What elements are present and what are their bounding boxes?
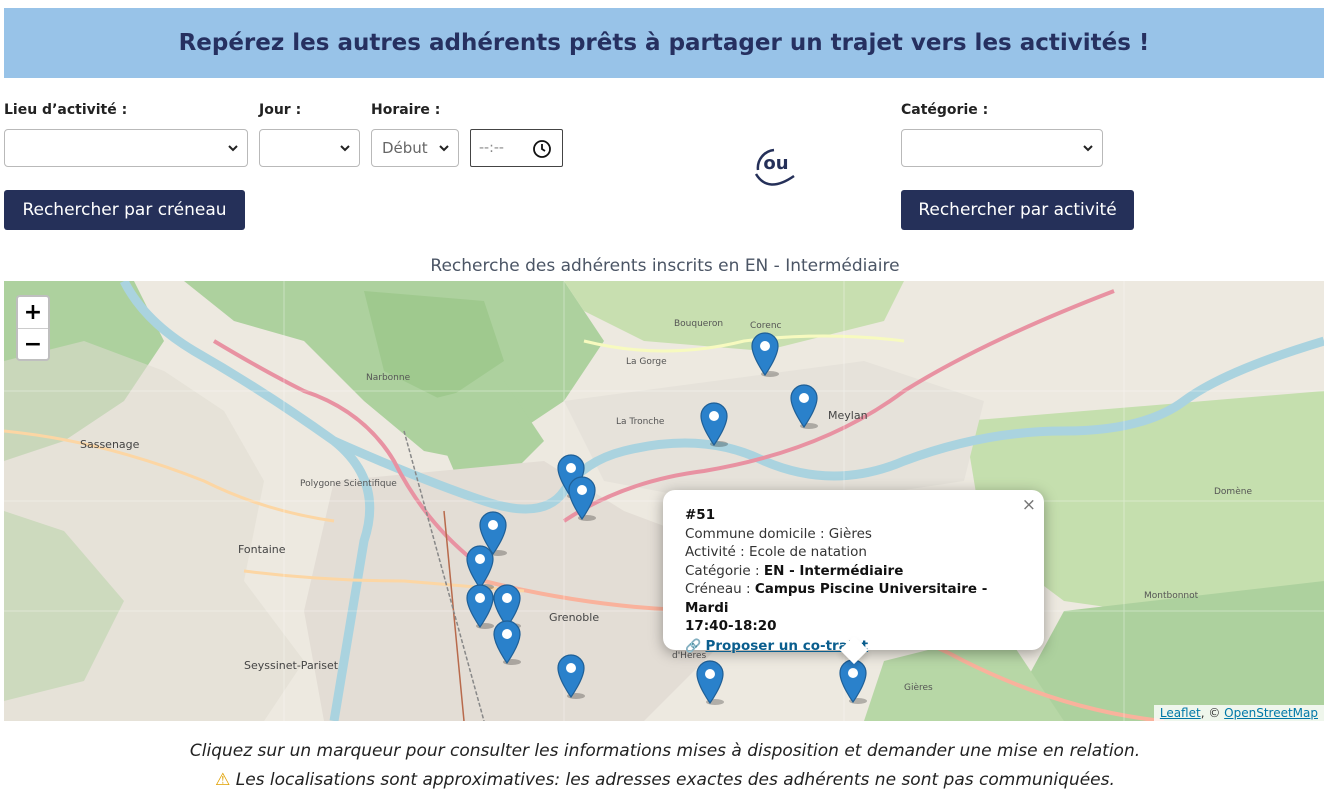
osm-link[interactable]: OpenStreetMap [1224, 706, 1318, 720]
horaire-label: Horaire : [371, 102, 441, 118]
map-marker-icon[interactable] [750, 331, 780, 377]
popup-commune: Commune domicile : Gières [685, 525, 872, 542]
chevron-down-icon [228, 145, 238, 152]
jour-select[interactable] [259, 129, 360, 167]
map-label-corenc: Corenc [750, 321, 782, 331]
map-label-seyssinet: Seyssinet-Pariset [244, 659, 339, 672]
map-label-grenoble: Grenoble [549, 611, 600, 624]
map-label-sassenage: Sassenage [80, 438, 140, 451]
categorie-label: Catégorie : [901, 102, 989, 118]
lieu-label: Lieu d’activité : [4, 102, 128, 118]
map-label-gieres: Gières [904, 683, 933, 693]
map-label-domene: Domène [1214, 487, 1252, 497]
map-marker-icon[interactable] [699, 401, 729, 447]
jour-label: Jour : [259, 102, 302, 118]
map-label-gorge: La Gorge [626, 357, 667, 367]
footer-warning: ⚠ Les localisations sont approximatives:… [0, 770, 1330, 790]
popup-activite: Activité : Ecole de natation [685, 544, 867, 560]
popup-creneau: Créneau : Campus Piscine Universitaire -… [685, 581, 988, 616]
map[interactable]: Sassenage Fontaine Grenoble Meylan Polyg… [4, 281, 1324, 721]
map-heading: Recherche des adhérents inscrits en EN -… [430, 256, 900, 276]
map-marker-icon[interactable] [465, 583, 495, 629]
ou-logo: ou [754, 148, 795, 186]
footer-warning-text: Les localisations sont approximatives: l… [235, 770, 1115, 790]
map-marker-icon[interactable] [838, 658, 868, 704]
map-label-montbonnot: Montbonnot [1144, 591, 1199, 601]
footer-instructions: Cliquez sur un marqueur pour consulter l… [189, 741, 1141, 761]
zoom-control: + − [16, 295, 50, 361]
page-banner: Repérez les autres adhérents prêts à par… [4, 8, 1324, 78]
map-label-meylan: Meylan [828, 409, 868, 422]
clock-icon[interactable] [532, 139, 552, 159]
horaire-select-value: Début [382, 139, 428, 157]
zoom-out-button[interactable]: − [18, 328, 48, 359]
popup-id: #51 [685, 507, 716, 523]
search-by-slot-button[interactable]: Rechercher par créneau [4, 190, 245, 230]
map-marker-icon[interactable] [789, 383, 819, 429]
popup-close-button[interactable]: × [1022, 496, 1036, 515]
categorie-select[interactable] [901, 129, 1103, 167]
link-icon: 🔗 [685, 638, 702, 654]
map-label-polygone: Polygone Scientifique [300, 479, 397, 489]
map-marker-icon[interactable] [556, 653, 586, 699]
search-by-activity-button[interactable]: Rechercher par activité [901, 190, 1134, 230]
page-title: Repérez les autres adhérents prêts à par… [178, 30, 1150, 56]
warning-icon: ⚠ [215, 770, 231, 790]
map-label-fontaine: Fontaine [238, 543, 286, 556]
time-placeholder: --:-- [479, 140, 504, 156]
member-popup: × #51 Commune domicile : Gières Activité… [663, 490, 1044, 654]
map-marker-icon[interactable] [492, 619, 522, 665]
map-label-narbonne: Narbonne [366, 373, 411, 383]
map-marker-icon[interactable] [567, 475, 597, 521]
propose-cotrajet-link[interactable]: Proposer un co-trajet [705, 638, 868, 654]
map-label-tronche: La Tronche [616, 417, 665, 427]
lieu-select[interactable] [4, 129, 248, 167]
popup-categorie: Catégorie : EN - Intermédiaire [685, 562, 904, 579]
popup-creneau-time: 17:40-18:20 [685, 618, 777, 634]
leaflet-link[interactable]: Leaflet [1160, 706, 1201, 720]
chevron-down-icon [340, 145, 350, 152]
chevron-down-icon [439, 145, 449, 152]
map-marker-icon[interactable] [695, 659, 725, 705]
chevron-down-icon [1083, 145, 1093, 152]
map-label-bouqueron: Bouqueron [674, 319, 724, 329]
zoom-in-button[interactable]: + [18, 297, 48, 328]
logo-text: ou [763, 153, 788, 174]
map-attribution: Leaflet, © OpenStreetMap [1153, 705, 1324, 721]
horaire-select[interactable]: Début [371, 129, 459, 167]
time-input[interactable]: --:-- [470, 129, 563, 167]
